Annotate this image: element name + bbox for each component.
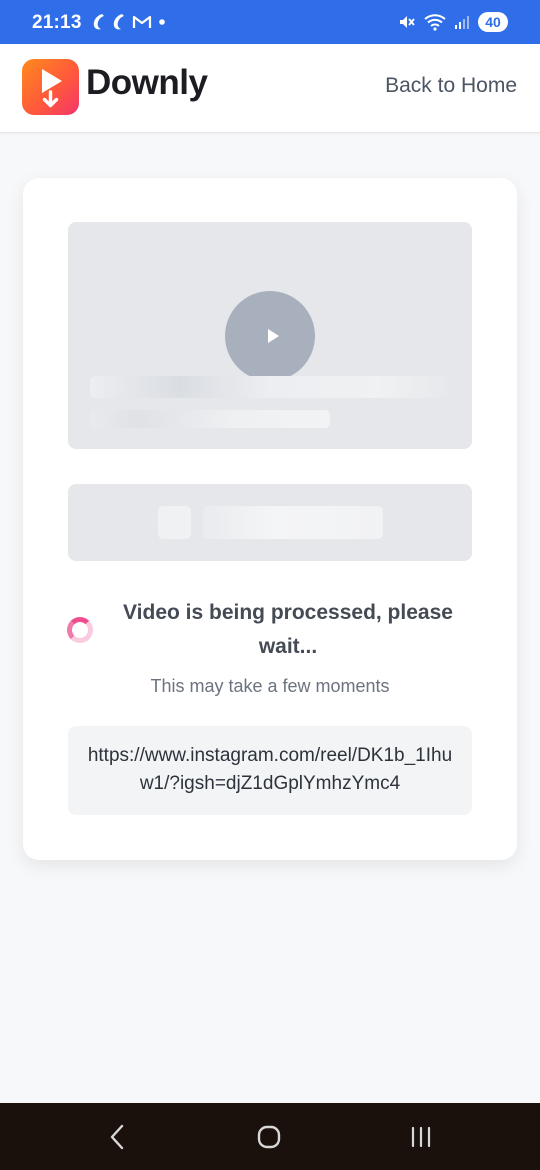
notification-app-icon (93, 14, 104, 30)
processing-title: Video is being processed, please wait... (123, 601, 453, 658)
skeleton-button-icon (158, 506, 191, 539)
skeleton-button-label (203, 506, 383, 539)
video-url-box: https://www.instagram.com/reel/DK1b_1Ihu… (68, 726, 472, 815)
home-circle-icon[interactable] (229, 1103, 309, 1170)
mute-icon (400, 16, 415, 28)
gmail-icon (132, 15, 152, 28)
loading-spinner-icon (67, 617, 93, 643)
skeleton-subtitle-line (90, 410, 330, 428)
dot-icon (159, 19, 165, 25)
notification-icons (92, 13, 166, 31)
signal-icon (455, 16, 469, 29)
app-header: Downly Back to Home (0, 44, 540, 133)
play-button-placeholder (225, 291, 315, 381)
play-icon (268, 329, 279, 343)
download-button-skeleton (68, 484, 472, 561)
wifi-icon (424, 14, 446, 31)
brand-name[interactable]: Downly (86, 63, 208, 103)
notification-app-icon (113, 14, 124, 30)
status-time: 21:13 (32, 12, 82, 33)
battery-indicator: 40 (478, 12, 508, 32)
processing-card: Video is being processed, please wait...… (23, 178, 517, 860)
system-navigation-bar (0, 1103, 540, 1170)
play-download-icon[interactable] (22, 59, 79, 115)
skeleton-title-line (90, 376, 450, 398)
system-icons: 40 (398, 12, 508, 32)
recents-lines-icon[interactable] (381, 1103, 461, 1170)
processing-subtitle: This may take a few moments (150, 676, 390, 696)
back-to-home-link[interactable]: Back to Home (385, 74, 517, 98)
video-preview-skeleton (68, 222, 472, 449)
back-chevron-icon[interactable] (78, 1103, 158, 1170)
status-bar: 21:13 40 (0, 0, 540, 44)
